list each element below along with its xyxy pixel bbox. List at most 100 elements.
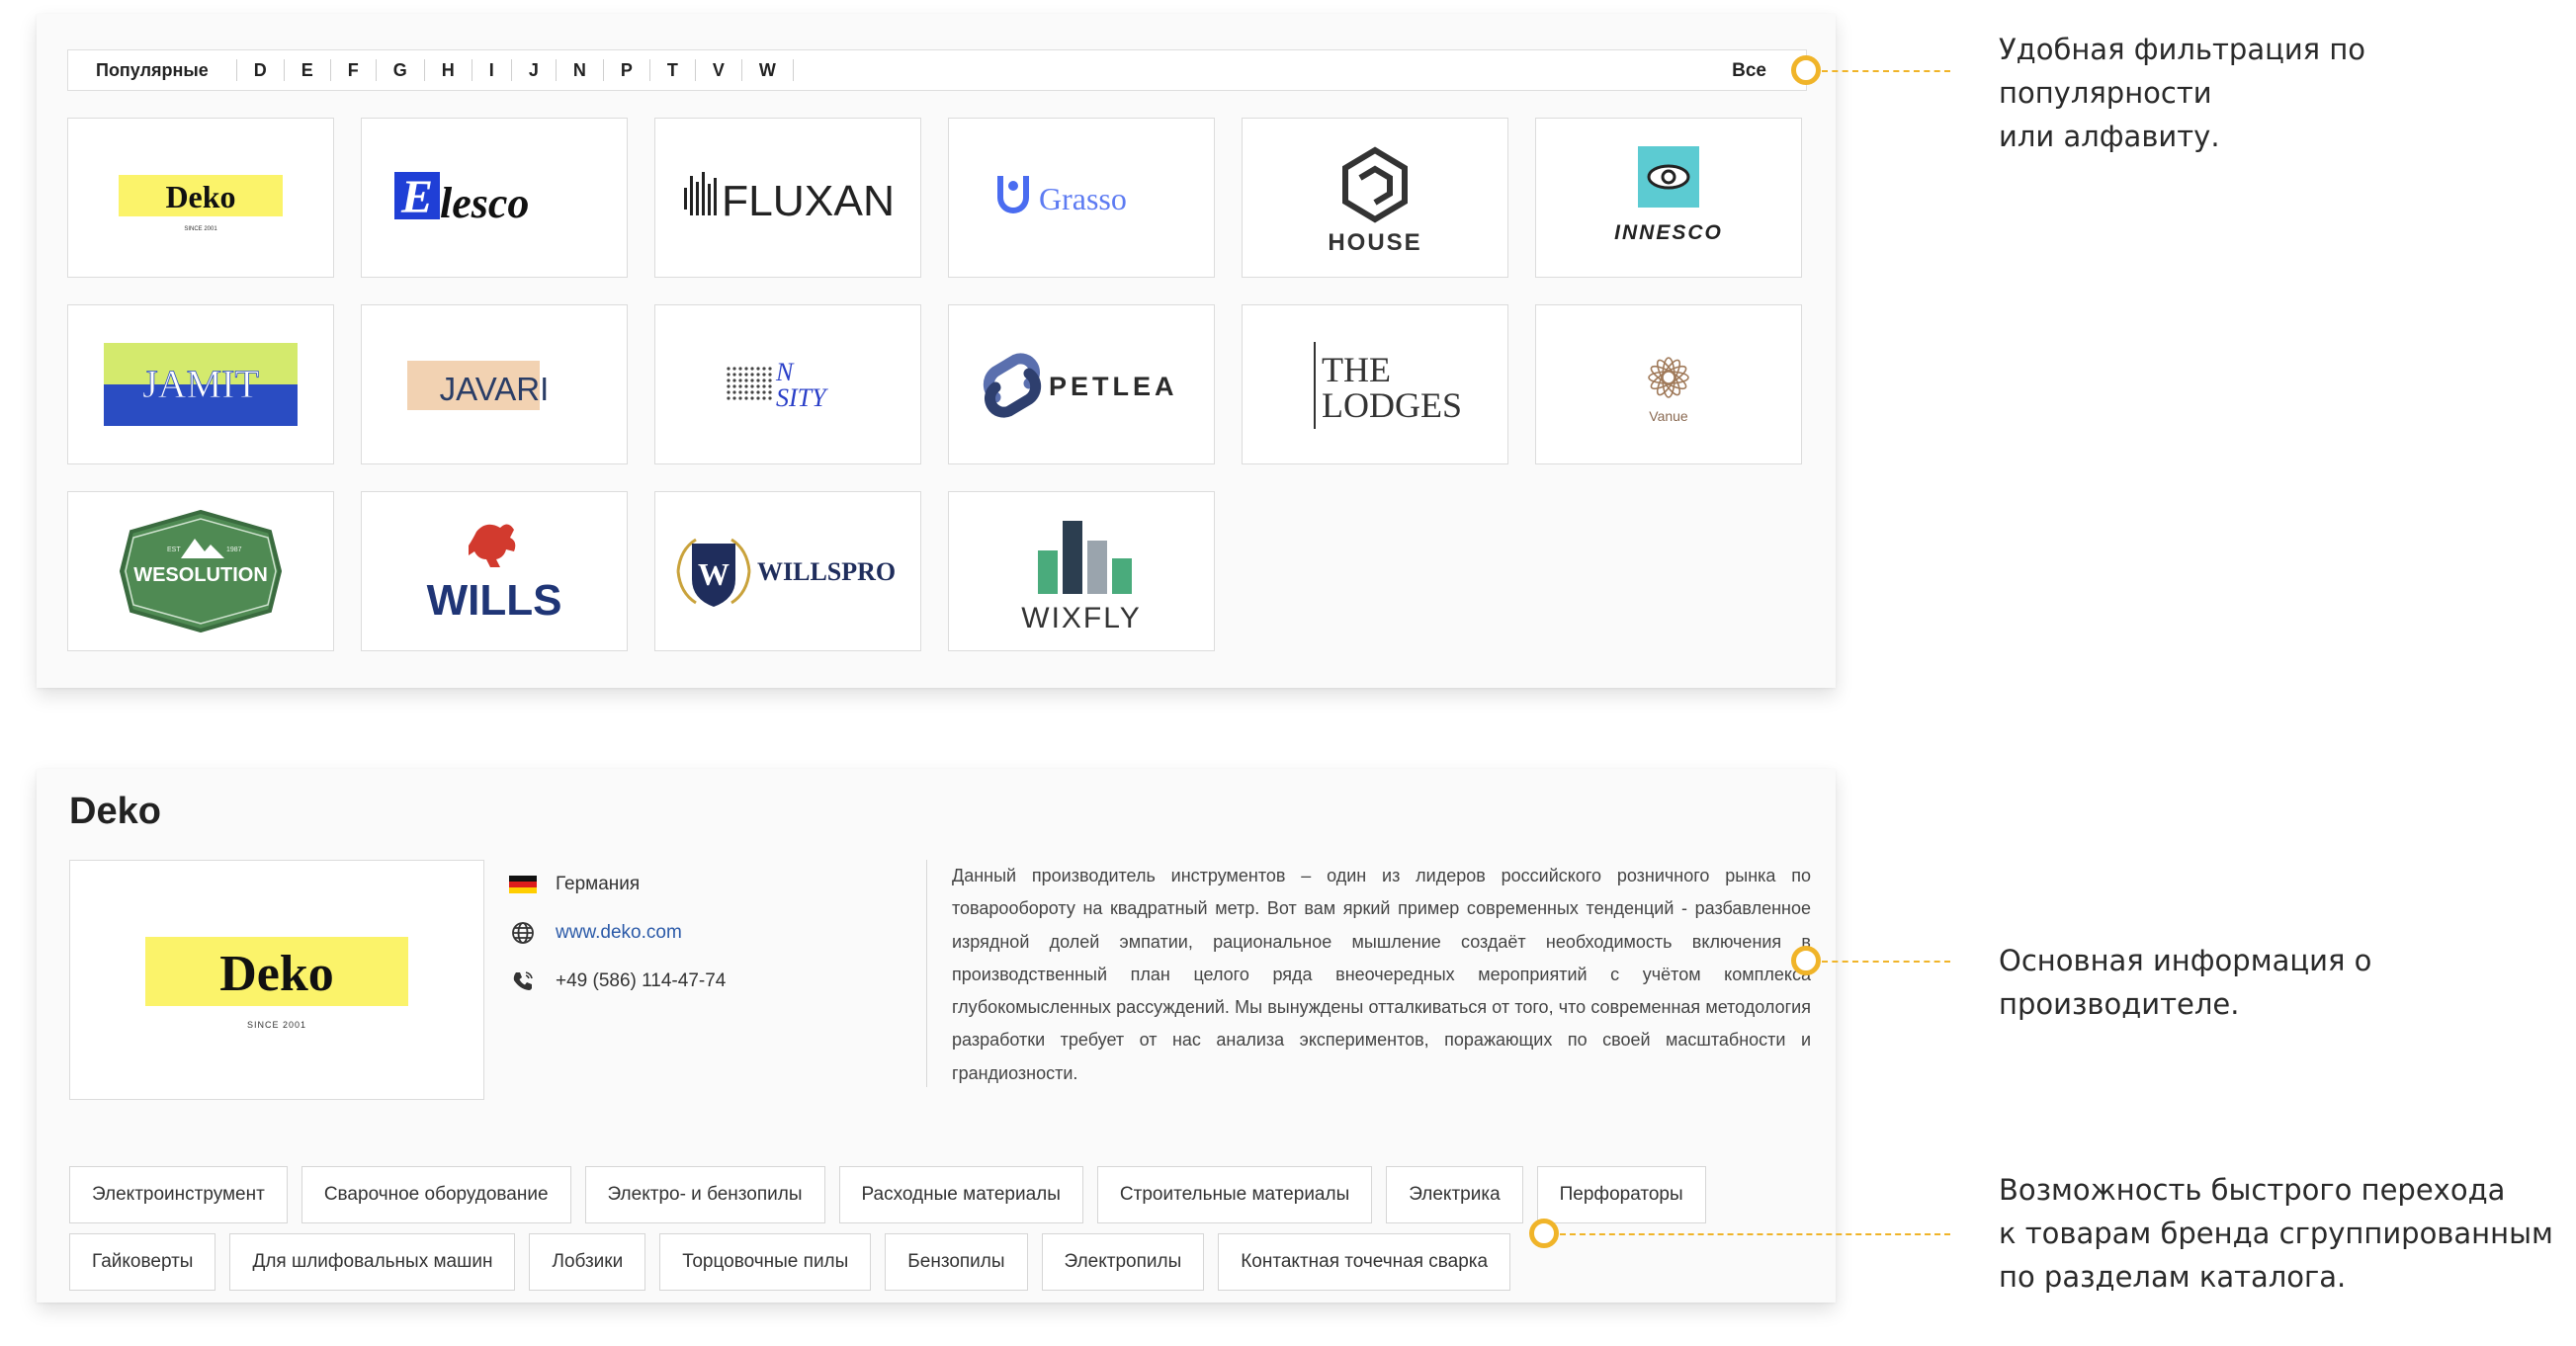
brand-title: Deko [69,791,161,832]
callout-text-info: Основная информация о производителе. [1999,939,2576,1026]
description-divider [926,860,927,1087]
willspro-logo: W WILLSPRO [676,538,896,607]
filter-letter-e[interactable]: E [285,49,330,91]
brand-card-the-lodges[interactable]: THE LODGES [1242,304,1508,464]
flower-icon [1648,357,1689,398]
bars-icon [1038,521,1132,594]
deko-logo: Deko SINCE 2001 [119,175,283,232]
filter-letter-n[interactable]: N [557,49,603,91]
filter-letter-d[interactable]: D [237,49,284,91]
tag-power-tools[interactable]: Электроинструмент [69,1166,288,1223]
tag-gas-saws[interactable]: Бензопилы [885,1233,1028,1291]
callout-text-filter: Удобная фильтрация по популярности или а… [1999,28,2576,158]
tag-electric-saws[interactable]: Электропилы [1041,1233,1205,1291]
svg-text:SINCE 2001: SINCE 2001 [247,1020,306,1030]
globe-icon [508,918,538,948]
filter-popular[interactable]: Популярные [68,49,236,91]
wixfly-logo: WIXFLY [1021,521,1140,634]
callout-dot-tags [1529,1219,1559,1248]
tag-electrics[interactable]: Электрика [1386,1166,1523,1223]
brand-card-nsity[interactable]: N SITY [654,304,921,464]
brand-card-innesco[interactable]: INNESCO [1535,118,1802,278]
filter-letter-g[interactable]: G [377,49,424,91]
tag-miter-saws[interactable]: Торцовочные пилы [659,1233,872,1291]
fluxan-logo: FLUXAN [684,172,895,225]
website-link[interactable]: www.deko.com [556,922,682,944]
filter-letter-h[interactable]: H [425,49,472,91]
brand-card-wesolution[interactable]: EST 1987 WESOLUTION [67,491,334,651]
svg-text:SITY: SITY [776,383,828,412]
filter-letter-t[interactable]: T [650,49,695,91]
tag-grinders[interactable]: Для шлифовальных машин [229,1233,516,1291]
tag-row-1: Электроинструмент Сварочное оборудование… [69,1166,1809,1223]
svg-text:WILLSPRO: WILLSPRO [757,557,896,586]
tag-perforators[interactable]: Перфораторы [1536,1166,1706,1223]
tag-chainsaws[interactable]: Электро- и бензопилы [584,1166,825,1223]
tag-jigsaws[interactable]: Лобзики [529,1233,646,1291]
brand-card-elesco[interactable]: E lesco [361,118,628,278]
house-cube-icon [1342,146,1408,223]
filter-letter-i[interactable]: I [472,49,511,91]
brand-card-grasso[interactable]: Grasso [948,118,1215,278]
elesco-logo: E lesco [394,171,529,227]
eye-icon [1647,164,1690,190]
callout-tags-line-1: Возможность быстрого перехода [1999,1173,2506,1207]
svg-text:HOUSE: HOUSE [1328,229,1421,256]
callout-tags-line-3: по разделам каталога. [1999,1260,2347,1294]
phone-text: +49 (586) 114-47-74 [556,969,727,991]
tag-impact-wrenches[interactable]: Гайковерты [69,1233,216,1291]
tag-consumables[interactable]: Расходные материалы [838,1166,1083,1223]
alphabet-filter-bar: Популярные D E F G H I J N P T V W Все [67,49,1807,91]
germany-flag-icon [508,870,538,899]
brand-card-house[interactable]: HOUSE [1242,118,1508,278]
chain-link-icon [983,353,1042,418]
brands-panel: Популярные D E F G H I J N P T V W Все D… [37,14,1836,688]
svg-text:W: W [698,556,730,592]
callout-dot-filter [1791,55,1821,85]
svg-text:Grasso: Grasso [1039,181,1127,216]
dot-grid-icon [727,367,772,400]
filter-separator [792,59,794,81]
callout-tags-line-2: к товарам бренда сгруппированным [1999,1217,2553,1250]
filter-letter-w[interactable]: W [742,49,793,91]
filter-letter-f[interactable]: F [331,49,376,91]
callout-line-filter [1822,70,1950,72]
svg-text:WILLS: WILLS [427,576,562,625]
brand-card-fluxan[interactable]: FLUXAN [654,118,921,278]
brand-card-willspro[interactable]: W WILLSPRO [654,491,921,651]
brand-card-wixfly[interactable]: WIXFLY [948,491,1215,651]
filter-letter-j[interactable]: J [512,49,556,91]
the-lodges-logo: THE LODGES [1314,342,1462,429]
deko-logo-large: Deko SINCE 2001 [145,936,408,1030]
svg-text:FLUXAN: FLUXAN [722,177,895,225]
tag-welding[interactable]: Сварочное оборудование [301,1166,571,1223]
filter-letter-v[interactable]: V [696,49,741,91]
brand-logo-grid: Deko SINCE 2001 E lesco FLUXAN Grasso HO… [67,118,1802,651]
brand-card-deko[interactable]: Deko SINCE 2001 [67,118,334,278]
brand-card-wills[interactable]: WILLS [361,491,628,651]
petlea-logo: PETLEA [983,353,1174,418]
brand-card-vanue[interactable]: Vanue [1535,304,1802,464]
svg-text:E: E [400,171,433,223]
brand-card-petlea[interactable]: PETLEA [948,304,1215,464]
svg-text:THE: THE [1322,350,1391,389]
tag-building-materials[interactable]: Строительные материалы [1096,1166,1373,1223]
phone-row: +49 (586) 114-47-74 [508,957,726,1005]
svg-text:JAVARI: JAVARI [440,371,550,407]
filter-all[interactable]: Все [1732,50,1766,92]
svg-text:EST: EST [167,547,181,553]
brand-detail-panel: Deko Deko SINCE 2001 Германия www.deko.c… [37,769,1836,1303]
website-row: www.deko.com [508,908,726,957]
svg-text:Deko: Deko [165,179,235,214]
callout-info-line-1: Основная информация о производителе. [1999,944,2372,1021]
svg-text:WESOLUTION: WESOLUTION [133,564,268,586]
brand-card-javari[interactable]: JAVARI [361,304,628,464]
callout-line-info [1822,961,1950,963]
phone-icon [508,967,538,996]
filter-letter-p[interactable]: P [604,49,649,91]
fluxan-bars-icon [684,172,717,215]
tag-spot-welding[interactable]: Контактная точечная сварка [1218,1233,1511,1291]
callout-filter-line-1: Удобная фильтрация по популярности [1999,33,2366,110]
brand-card-jamit[interactable]: JAMIT [67,304,334,464]
svg-text:SINCE 2001: SINCE 2001 [184,226,217,232]
